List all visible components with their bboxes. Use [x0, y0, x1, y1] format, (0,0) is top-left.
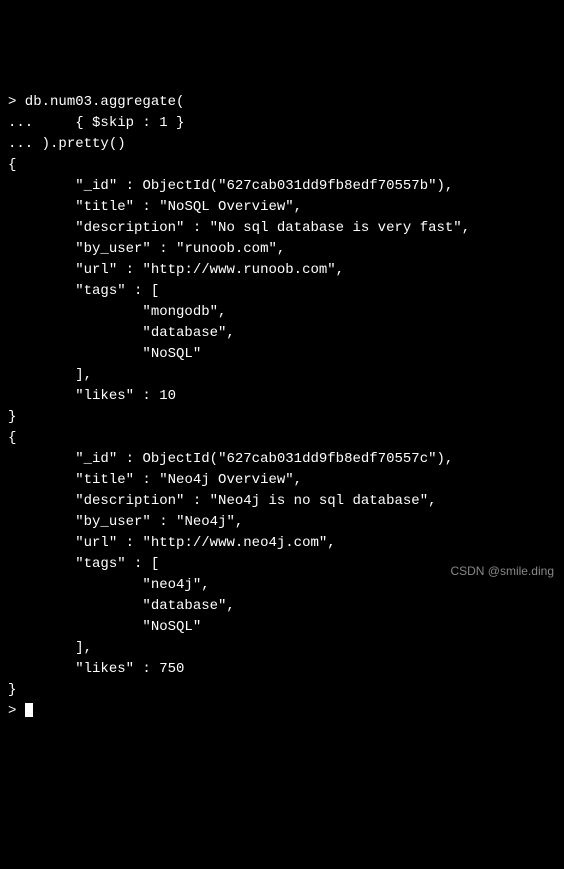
- watermark-text: CSDN @smile.ding: [450, 562, 554, 580]
- prompt-char: >: [8, 703, 16, 719]
- continuation-dots: ...: [8, 115, 33, 131]
- tag-item: "mongodb",: [142, 304, 226, 320]
- tag-item: "NoSQL": [142, 619, 201, 635]
- tag-item: "database",: [142, 325, 234, 341]
- command-text-3: ).pretty(): [33, 136, 125, 152]
- field-id-label: "_id": [75, 451, 117, 467]
- field-title-label: "title": [75, 472, 134, 488]
- field-url-label: "url": [75, 535, 117, 551]
- tag-item: "NoSQL": [142, 346, 201, 362]
- field-id-value: ObjectId("627cab031dd9fb8edf70557c"),: [142, 451, 453, 467]
- cursor[interactable]: [25, 703, 33, 717]
- field-likes-value: 10: [159, 388, 176, 404]
- field-url-value: "http://www.neo4j.com",: [142, 535, 335, 551]
- field-tags-label: "tags": [75, 556, 125, 572]
- command-text-2: { $skip : 1 }: [33, 115, 184, 131]
- field-url-value: "http://www.runoob.com",: [142, 262, 344, 278]
- field-id-value: ObjectId("627cab031dd9fb8edf70557b"),: [142, 178, 453, 194]
- tag-item: "neo4j",: [142, 577, 209, 593]
- field-byuser-value: "runoob.com",: [176, 241, 285, 257]
- field-title-label: "title": [75, 199, 134, 215]
- field-byuser-label: "by_user": [75, 514, 151, 530]
- field-byuser-value: "Neo4j",: [176, 514, 243, 530]
- field-description-label: "description": [75, 220, 184, 236]
- field-description-label: "description": [75, 493, 184, 509]
- field-likes-label: "likes": [75, 661, 134, 677]
- terminal-output: > db.num03.aggregate( ... { $skip : 1 } …: [8, 92, 556, 722]
- continuation-dots: ...: [8, 136, 33, 152]
- field-title-value: "NoSQL Overview",: [159, 199, 302, 215]
- field-description-value: "Neo4j is no sql database",: [210, 493, 437, 509]
- field-id-label: "_id": [75, 178, 117, 194]
- field-likes-label: "likes": [75, 388, 134, 404]
- field-tags-label: "tags": [75, 283, 125, 299]
- field-likes-value: 750: [159, 661, 184, 677]
- command-text-1: db.num03.aggregate(: [16, 94, 184, 110]
- field-byuser-label: "by_user": [75, 241, 151, 257]
- field-description-value: "No sql database is very fast",: [210, 220, 470, 236]
- field-title-value: "Neo4j Overview",: [159, 472, 302, 488]
- field-url-label: "url": [75, 262, 117, 278]
- tag-item: "database",: [142, 598, 234, 614]
